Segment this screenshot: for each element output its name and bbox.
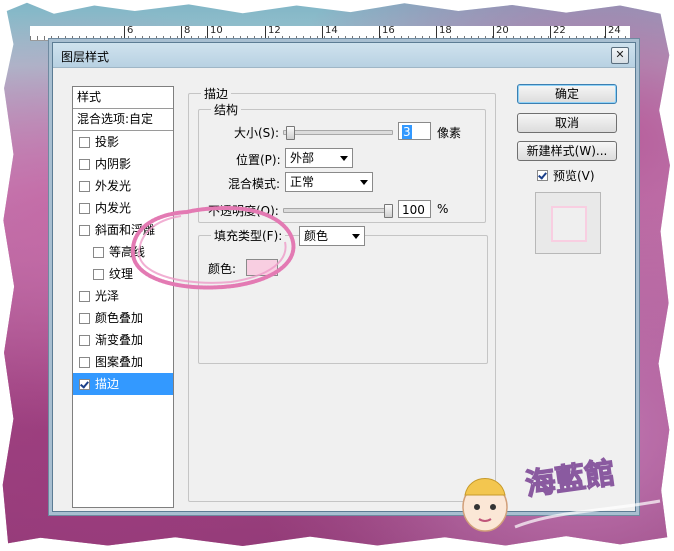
preview-label: 预览(V) bbox=[553, 169, 595, 183]
chevron-down-icon bbox=[360, 180, 368, 185]
style-item-label: 渐变叠加 bbox=[95, 333, 144, 347]
size-label: 大小(S): bbox=[234, 126, 280, 140]
style-item-label: 图案叠加 bbox=[95, 355, 144, 369]
fill-type-value: 颜色 bbox=[304, 229, 329, 243]
style-item[interactable]: 内阴影 bbox=[73, 153, 173, 175]
ruler-tick-label: 14 bbox=[322, 26, 338, 39]
style-item[interactable]: 颜色叠加 bbox=[73, 307, 173, 329]
ruler-tick-label: 22 bbox=[550, 26, 566, 39]
style-item[interactable]: 投影 bbox=[73, 131, 173, 153]
opacity-value: 100 bbox=[402, 203, 425, 217]
preview-checkbox[interactable] bbox=[537, 170, 548, 181]
style-item-label: 投影 bbox=[95, 135, 120, 149]
style-item-checkbox[interactable] bbox=[79, 312, 90, 324]
style-item-checkbox[interactable] bbox=[79, 378, 90, 390]
blend-mode-label: 混合模式: bbox=[228, 177, 281, 191]
style-item[interactable]: 描边 bbox=[73, 373, 173, 395]
fill-type-select[interactable]: 颜色 bbox=[299, 226, 365, 246]
opacity-slider-thumb[interactable] bbox=[384, 204, 393, 218]
ok-button[interactable]: 确定 bbox=[517, 84, 617, 104]
size-input[interactable]: 3 bbox=[398, 122, 431, 140]
style-item-checkbox[interactable] bbox=[79, 224, 90, 236]
style-item[interactable]: 渐变叠加 bbox=[73, 329, 173, 351]
style-item-checkbox[interactable] bbox=[79, 334, 90, 346]
style-item-checkbox[interactable] bbox=[79, 136, 90, 148]
annotation-circle bbox=[130, 205, 296, 290]
size-value: 3 bbox=[402, 125, 412, 139]
preview-toggle[interactable]: 预览(V) bbox=[537, 167, 595, 184]
style-item-checkbox[interactable] bbox=[79, 202, 90, 214]
structure-group-title: 结构 bbox=[211, 101, 242, 118]
style-preview bbox=[535, 192, 601, 254]
style-item-checkbox[interactable] bbox=[93, 246, 104, 258]
dialog-title: 图层样式 bbox=[61, 50, 110, 64]
style-item-label: 内阴影 bbox=[95, 157, 132, 171]
chevron-down-icon bbox=[352, 234, 360, 239]
style-item-label: 描边 bbox=[95, 377, 120, 391]
style-item-checkbox[interactable] bbox=[93, 268, 104, 280]
stroke-group-title: 描边 bbox=[201, 85, 232, 102]
close-icon: ✕ bbox=[615, 48, 625, 61]
position-value: 外部 bbox=[290, 151, 315, 165]
style-item-checkbox[interactable] bbox=[79, 158, 90, 170]
ruler-tick-label: 8 bbox=[181, 26, 190, 39]
dialog-titlebar[interactable]: 图层样式 ✕ bbox=[53, 43, 635, 68]
watermark-text: 海藍館 bbox=[523, 456, 617, 503]
chevron-down-icon bbox=[340, 156, 348, 161]
style-item-checkbox[interactable] bbox=[79, 180, 90, 192]
style-item-label: 颜色叠加 bbox=[95, 311, 144, 325]
ruler-tick-label: 20 bbox=[493, 26, 509, 39]
blend-mode-select[interactable]: 正常 bbox=[285, 172, 373, 192]
opacity-unit: % bbox=[437, 202, 449, 216]
preview-thumbnail bbox=[551, 206, 587, 242]
size-slider-thumb[interactable] bbox=[286, 126, 295, 140]
ruler-tick-label: 6 bbox=[124, 26, 133, 39]
style-list-header[interactable]: 样式 bbox=[73, 87, 173, 109]
position-label: 位置(P): bbox=[236, 153, 281, 167]
ruler-tick-label: 16 bbox=[379, 26, 395, 39]
ruler-tick-label: 18 bbox=[436, 26, 452, 39]
size-slider[interactable] bbox=[283, 126, 393, 140]
style-item-label: 光泽 bbox=[95, 289, 120, 303]
style-item[interactable]: 图案叠加 bbox=[73, 351, 173, 373]
ruler-tick-label: 10 bbox=[207, 26, 223, 39]
blend-mode-value: 正常 bbox=[290, 175, 315, 189]
horizontal-ruler: 6 8 10 12 14 16 18 20 22 24 bbox=[30, 26, 630, 41]
opacity-input[interactable]: 100 bbox=[398, 200, 431, 218]
style-item-label: 外发光 bbox=[95, 179, 132, 193]
new-style-button[interactable]: 新建样式(W)... bbox=[517, 141, 617, 161]
style-item-checkbox[interactable] bbox=[79, 290, 90, 302]
position-select[interactable]: 外部 bbox=[285, 148, 353, 168]
style-item[interactable]: 外发光 bbox=[73, 175, 173, 197]
ruler-tick-label: 12 bbox=[265, 26, 281, 39]
blend-options-item[interactable]: 混合选项:自定 bbox=[73, 109, 173, 131]
watermark-logo: 海藍館 bbox=[462, 455, 661, 532]
style-item-checkbox[interactable] bbox=[79, 356, 90, 368]
ruler-tick-label: 24 bbox=[605, 26, 621, 39]
size-unit: 像素 bbox=[437, 126, 462, 140]
close-button[interactable]: ✕ bbox=[611, 47, 629, 64]
cancel-button[interactable]: 取消 bbox=[517, 113, 617, 133]
